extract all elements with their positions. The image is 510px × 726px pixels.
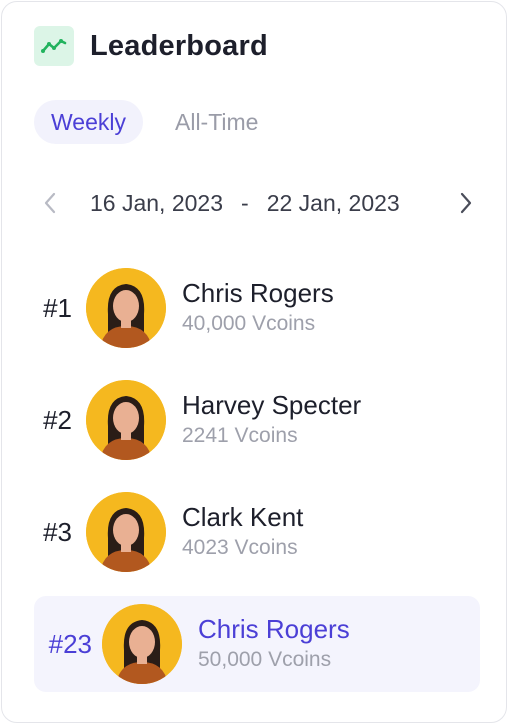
player-info: Clark Kent 4023 Vcoins xyxy=(182,501,303,563)
rank: #3 xyxy=(43,516,72,547)
player-info: Harvey Specter 2241 Vcoins xyxy=(182,389,361,451)
card-header: Leaderboard xyxy=(34,26,268,66)
player-info: Chris Rogers 50,000 Vcoins xyxy=(198,613,350,675)
date-from: 16 Jan, 2023 xyxy=(90,189,224,216)
player-name: Chris Rogers xyxy=(198,614,350,644)
avatar xyxy=(86,380,166,460)
page-title: Leaderboard xyxy=(90,29,268,62)
player-info: Chris Rogers 40,000 Vcoins xyxy=(182,277,334,339)
player-coins: 50,000 Vcoins xyxy=(198,648,332,671)
rank: #23 xyxy=(48,628,92,659)
chevron-right-icon[interactable] xyxy=(454,188,478,218)
tab-all-time[interactable]: All-Time xyxy=(157,100,276,144)
avatar xyxy=(102,604,182,684)
player-name: Clark Kent xyxy=(182,502,304,532)
leaderboard-row[interactable]: #1 Chris Rogers 40,000 Vcoins xyxy=(34,260,480,356)
player-name: Harvey Specter xyxy=(182,390,362,420)
chevron-left-icon[interactable] xyxy=(38,188,62,218)
player-coins: 4023 Vcoins xyxy=(182,536,298,559)
rank: #1 xyxy=(43,292,72,323)
rank: #2 xyxy=(43,404,72,435)
player-coins: 2241 Vcoins xyxy=(182,424,298,447)
player-name: Chris Rogers xyxy=(182,278,334,308)
date-separator: - xyxy=(241,189,249,216)
player-coins: 40,000 Vcoins xyxy=(182,312,316,335)
leaderboard-row[interactable]: #2 Harvey Specter 2241 Vcoins xyxy=(34,372,480,468)
date-range-selector: 16 Jan, 2023 - 22 Jan, 2023 xyxy=(38,182,478,224)
avatar xyxy=(86,492,166,572)
trend-line-icon xyxy=(34,26,74,66)
period-tabs: Weekly All-Time xyxy=(34,100,276,144)
tab-weekly[interactable]: Weekly xyxy=(34,100,143,144)
current-user-row[interactable]: #23 Chris Rogers 50,000 Vcoins xyxy=(34,596,480,692)
leaderboard-card: Leaderboard Weekly All-Time 16 Jan, 2023… xyxy=(1,1,507,723)
date-to: 22 Jan, 2023 xyxy=(266,189,400,216)
avatar xyxy=(86,268,166,348)
leaderboard-row[interactable]: #3 Clark Kent 4023 Vcoins xyxy=(34,484,480,580)
